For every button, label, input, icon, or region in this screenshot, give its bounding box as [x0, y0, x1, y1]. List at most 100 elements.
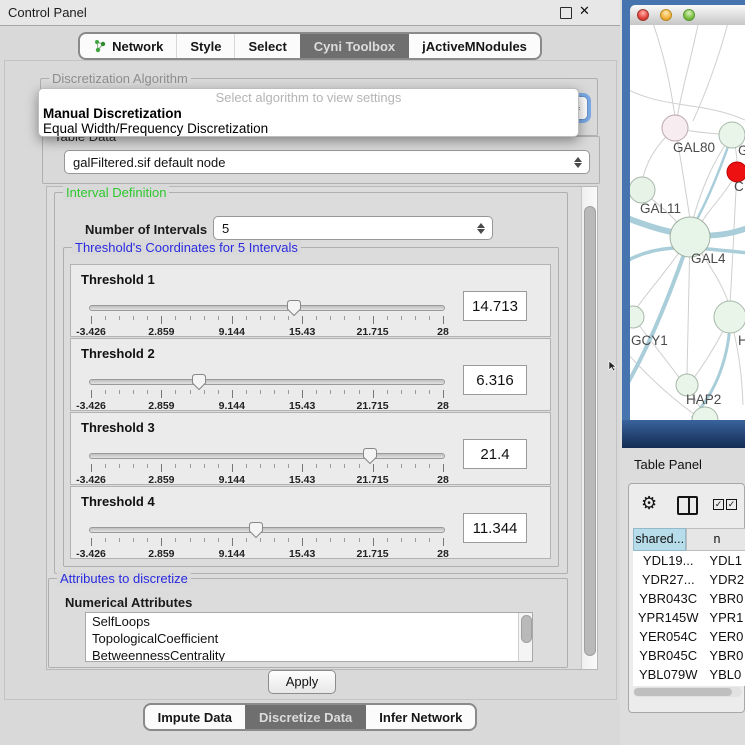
- main-scrollbar-thumb[interactable]: [584, 206, 596, 656]
- table-header-row: shared... n: [633, 528, 745, 551]
- slider-handle[interactable]: [286, 299, 302, 317]
- network-window-titlebar[interactable]: [630, 5, 745, 26]
- dropdown-option-equal-width[interactable]: Equal Width/Frequency Discretization: [39, 121, 578, 136]
- gear-icon[interactable]: ⚙: [641, 493, 657, 514]
- network-graph[interactable]: GAL80 G C GAL11 GAL4 GCY1 H HAP2: [630, 25, 745, 420]
- tab-style[interactable]: Style: [176, 34, 234, 58]
- threshold-4-panel: Threshold 4 -3.4262.8599.14415.4321.7152…: [70, 486, 551, 559]
- threshold-3-label: Threshold 3: [81, 420, 155, 435]
- node-gal11[interactable]: [630, 177, 655, 203]
- thresholds-group-title: Threshold's Coordinates for 5 Intervals: [72, 240, 301, 255]
- float-window-icon[interactable]: [560, 7, 572, 19]
- tab-discretize-data[interactable]: Discretize Data: [245, 705, 365, 729]
- window-zoom-button[interactable]: [683, 9, 695, 21]
- table-panel-title: Table Panel: [634, 457, 702, 472]
- control-panel-titlebar: Control Panel ✕: [0, 0, 620, 26]
- node-gcy1[interactable]: [630, 306, 644, 328]
- label-gal11: GAL11: [640, 201, 681, 216]
- table-panel-window: ⚙ ✓ ✓ shared... n YDL19...YDL1YDR27...YD…: [628, 483, 745, 713]
- apply-button[interactable]: Apply: [268, 670, 336, 694]
- checkbox-icon[interactable]: ✓: [713, 499, 724, 510]
- table-row[interactable]: YLR345WYLR3: [633, 684, 745, 686]
- column-layout-icon[interactable]: [677, 496, 698, 515]
- app-root: Control Panel ✕ Network Style Select Cyn…: [0, 0, 745, 745]
- list-item-selfloops[interactable]: SelfLoops: [86, 613, 532, 630]
- list-item-betweennesscentrality[interactable]: BetweennessCentrality: [86, 647, 532, 662]
- slider-handle[interactable]: [362, 447, 378, 465]
- tab-jactivemnodules[interactable]: jActiveMNodules: [408, 34, 540, 58]
- panel-title: Control Panel: [8, 5, 87, 20]
- tab-cyni-toolbox[interactable]: Cyni Toolbox: [300, 34, 408, 58]
- table-row[interactable]: YDR27...YDR2: [633, 570, 745, 589]
- table-horizontal-scrollbar[interactable]: [633, 687, 742, 697]
- table-row[interactable]: YDL19...YDL1: [633, 551, 745, 570]
- window-minimize-button[interactable]: [660, 9, 672, 21]
- tab-infer-network[interactable]: Infer Network: [365, 705, 475, 729]
- slider-track[interactable]: [89, 305, 445, 311]
- label-gcy1: GCY1: [631, 333, 668, 348]
- network-icon: [93, 39, 107, 53]
- threshold-4-label: Threshold 4: [81, 494, 155, 509]
- slider-handle[interactable]: [191, 373, 207, 391]
- threshold-2-slider[interactable]: -3.4262.8599.14415.4321.71528: [89, 377, 445, 411]
- tab-impute-data[interactable]: Impute Data: [145, 705, 245, 729]
- network-window-frame[interactable]: GAL80 G C GAL11 GAL4 GCY1 H HAP2: [622, 0, 745, 420]
- table-panel-toolbar: ⚙ ✓ ✓: [629, 484, 744, 526]
- mouse-cursor: [608, 360, 618, 372]
- slider-ticks: [91, 464, 443, 472]
- label-partial-g: G: [738, 143, 745, 158]
- node-table[interactable]: shared... n YDL19...YDL1YDR27...YDR2YBR0…: [633, 528, 745, 686]
- combo-stepper-icon: [571, 151, 585, 173]
- node-bottom[interactable]: [692, 407, 718, 420]
- bottom-tab-bar: Impute Data Discretize Data Infer Networ…: [0, 703, 620, 731]
- list-item-topologicalcoefficient[interactable]: TopologicalCoefficient: [86, 630, 532, 647]
- table-hscrollbar-thumb[interactable]: [634, 688, 732, 696]
- table-row[interactable]: YBR043CYBR0: [633, 589, 745, 608]
- table-data-combobox[interactable]: galFiltered.sif default node: [64, 150, 590, 174]
- num-intervals-combobox[interactable]: 5: [213, 216, 493, 240]
- list-scrollbar-thumb[interactable]: [521, 615, 532, 643]
- table-row[interactable]: YER054CYER0: [633, 627, 745, 646]
- threshold-1-value-field[interactable]: 14.713: [463, 291, 527, 321]
- slider-track[interactable]: [89, 527, 445, 533]
- main-vertical-scrollbar[interactable]: [581, 187, 597, 669]
- threshold-2-label: Threshold 2: [81, 346, 155, 361]
- label-gal4: GAL4: [691, 251, 726, 266]
- threshold-3-panel: Threshold 3 -3.4262.8599.14415.4321.7152…: [70, 412, 551, 485]
- tab-select[interactable]: Select: [234, 34, 299, 58]
- window-close-button[interactable]: [637, 9, 649, 21]
- table-row[interactable]: YPR145WYPR1: [633, 608, 745, 627]
- column-header-name[interactable]: n: [686, 528, 745, 551]
- threshold-4-value-field[interactable]: 11.344: [463, 513, 527, 543]
- attributes-listbox[interactable]: SelfLoops TopologicalCoefficient Between…: [85, 612, 533, 662]
- threshold-4-slider[interactable]: -3.4262.8599.14415.4321.71528: [89, 525, 445, 559]
- threshold-3-value-field[interactable]: 21.4: [463, 439, 527, 469]
- slider-track[interactable]: [89, 453, 445, 459]
- num-intervals-value: 5: [222, 221, 229, 236]
- column-header-shared-name[interactable]: shared...: [633, 528, 686, 551]
- table-row[interactable]: YBL079WYBL0: [633, 665, 745, 684]
- list-scrollbar[interactable]: [518, 613, 532, 661]
- slider-ticks: [91, 316, 443, 324]
- slider-track[interactable]: [89, 379, 445, 385]
- attributes-group-title: Attributes to discretize: [57, 571, 191, 586]
- tab-network[interactable]: Network: [80, 34, 176, 58]
- combo-stepper-icon: [474, 217, 488, 239]
- node-partial-h[interactable]: [714, 301, 745, 333]
- slider-tick-labels: -3.4262.8599.14415.4321.71528: [91, 400, 443, 412]
- node-gal80[interactable]: [662, 115, 688, 141]
- table-row[interactable]: YBR045CYBR0: [633, 646, 745, 665]
- table-body: YDL19...YDL1YDR27...YDR2YBR043CYBR0YPR14…: [633, 551, 745, 686]
- slider-tick-labels: -3.4262.8599.14415.4321.71528: [91, 548, 443, 560]
- slider-handle[interactable]: [248, 521, 264, 539]
- threshold-1-slider[interactable]: -3.4262.8599.14415.4321.71528: [89, 303, 445, 337]
- dropdown-option-manual[interactable]: Manual Discretization: [39, 106, 578, 121]
- threshold-2-value-field[interactable]: 6.316: [463, 365, 527, 395]
- close-icon[interactable]: ✕: [579, 3, 590, 19]
- interval-definition-group: Interval Definition Number of Intervals …: [54, 192, 568, 574]
- checkbox-icon[interactable]: ✓: [726, 499, 737, 510]
- tab-network-label: Network: [112, 39, 163, 54]
- network-canvas[interactable]: GAL80 G C GAL11 GAL4 GCY1 H HAP2: [630, 25, 745, 420]
- threshold-3-slider[interactable]: -3.4262.8599.14415.4321.71528: [89, 451, 445, 485]
- algorithm-dropdown-popup: Select algorithm to view settings Manual…: [38, 88, 579, 137]
